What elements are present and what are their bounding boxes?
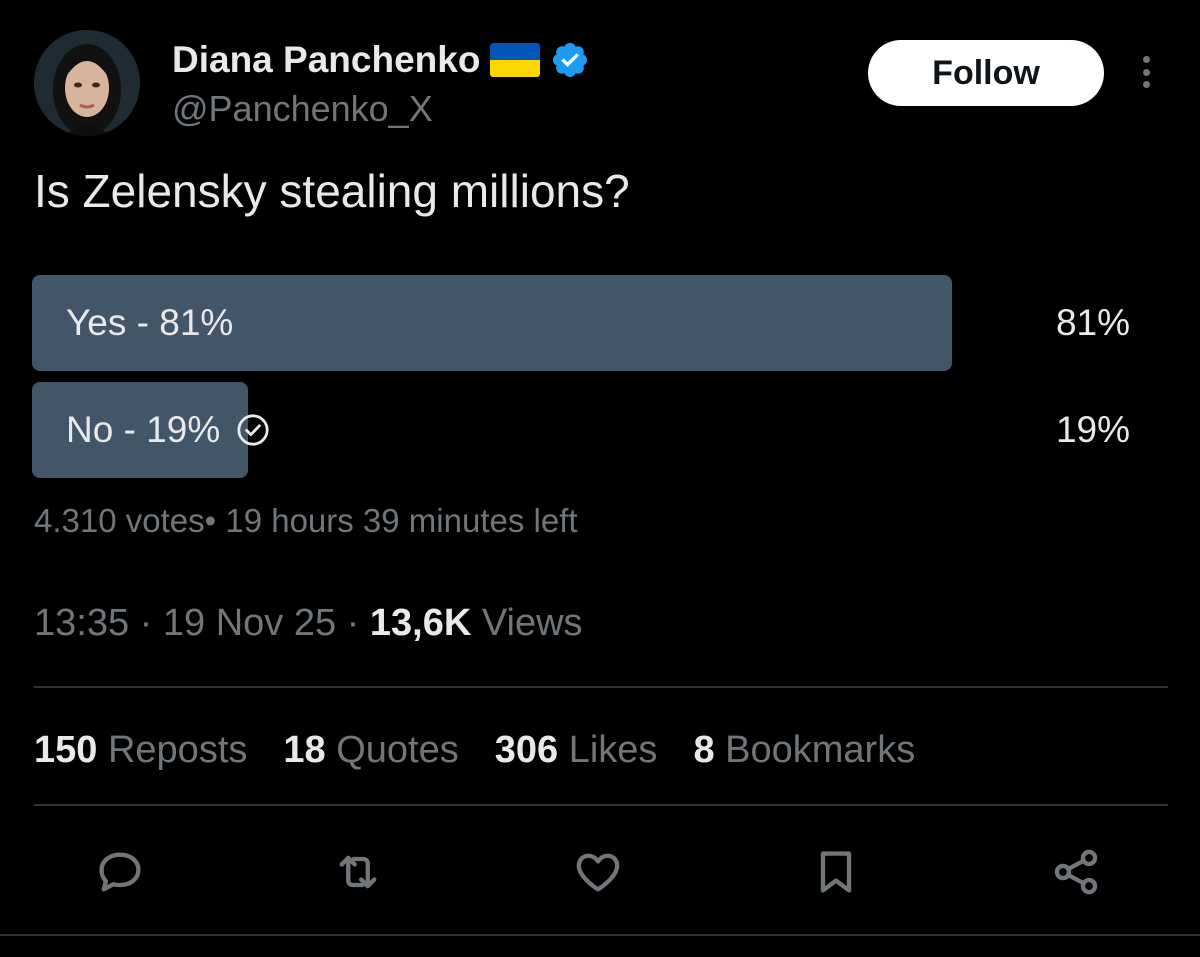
avatar[interactable] [34,30,140,136]
separator: · [129,602,163,644]
stat-label: Reposts [107,728,248,771]
stat-bookmarks[interactable]: 8 Bookmarks [693,729,915,772]
like-icon[interactable] [570,844,626,900]
divider [34,804,1168,806]
separator: · [336,602,370,644]
stat-label: Bookmarks [725,728,916,771]
tweet-date[interactable]: 19 Nov 25 [163,602,336,644]
views-count: 13,6K [369,602,472,644]
poll-option-label: Yes - 81% [66,275,233,371]
repost-icon[interactable] [330,844,386,900]
poll-option-percent: 19% [1055,409,1130,450]
poll-option-percent: 81% [1055,302,1130,343]
stat-count: 18 [283,728,326,771]
divider [34,686,1168,688]
poll-option-label: No - 19% [66,382,270,478]
tweet-time[interactable]: 13:35 [34,602,129,644]
poll-option-yes: Yes - 81% 81% [32,275,1168,371]
stat-label: Likes [568,728,658,771]
poll-meta: 4.310 votes• 19 hours 39 minutes left [34,502,578,539]
engagement-stats: 150 Reposts 18 Quotes 306 Likes 8 Bookma… [34,722,951,778]
author-handle[interactable]: @Panchenko_X [172,88,433,130]
bottom-divider [0,934,1200,936]
more-options-icon[interactable] [1128,52,1164,92]
timestamp-row: 13:35 · 19 Nov 25 · 13,6K Views [34,602,583,645]
author-name-row: Diana Panchenko [172,36,590,84]
stat-reposts[interactable]: 150 Reposts [34,729,247,772]
ukraine-flag-icon [490,43,541,77]
stat-count: 8 [693,728,715,771]
poll-option-no: No - 19% 19% [32,382,1168,478]
stat-quotes[interactable]: 18 Quotes [283,729,458,772]
bookmark-icon[interactable] [808,844,864,900]
stat-likes[interactable]: 306 Likes [495,729,658,772]
poll-option-text: Yes - 81% [66,302,234,343]
verified-badge-icon[interactable] [550,40,590,80]
views-label: Views [481,602,583,644]
author-display-name[interactable]: Diana Panchenko [172,39,480,81]
share-icon[interactable] [1048,844,1104,900]
poll-option-text: No - 19% [66,409,221,450]
stat-count: 306 [494,728,559,771]
stat-count: 150 [34,728,98,771]
follow-button[interactable]: Follow [868,40,1104,106]
reply-icon[interactable] [92,844,148,900]
tweet-text: Is Zelensky stealing millions? [34,165,630,217]
stat-label: Quotes [336,728,459,771]
check-circle-icon [237,414,269,446]
